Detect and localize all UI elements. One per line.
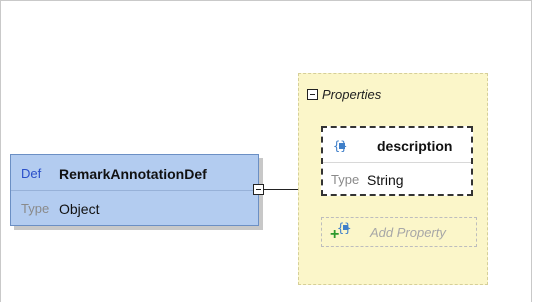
property-name[interactable]: description <box>377 138 452 154</box>
properties-title: Properties <box>322 87 382 102</box>
def-collapse-button[interactable] <box>253 184 264 195</box>
properties-header: Properties <box>307 87 381 102</box>
def-type-row: Type Object <box>11 192 258 225</box>
def-node[interactable]: Def RemarkAnnotationDef Type Object <box>10 154 259 226</box>
add-property-button[interactable]: +{} Add Property <box>321 217 477 247</box>
def-keyword: Def <box>21 166 42 181</box>
properties-panel: Properties {} description Type String +{… <box>298 73 488 285</box>
property-type-value[interactable]: String <box>367 172 404 188</box>
def-type-value[interactable]: Object <box>53 201 99 217</box>
property-type-row: Type String <box>323 163 471 196</box>
property-header-row: {} description <box>323 129 471 163</box>
def-name[interactable]: RemarkAnnotationDef <box>53 166 207 182</box>
add-element-icon: +{} <box>330 221 356 243</box>
add-property-label: Add Property <box>370 224 446 240</box>
property-item[interactable]: {} description Type String <box>321 126 473 196</box>
property-type-keyword: Type <box>331 172 360 187</box>
def-type-keyword: Type <box>21 201 50 216</box>
properties-collapse-button[interactable] <box>307 89 318 100</box>
element-icon: {} <box>333 139 351 153</box>
def-header-row: Def RemarkAnnotationDef <box>11 157 258 191</box>
